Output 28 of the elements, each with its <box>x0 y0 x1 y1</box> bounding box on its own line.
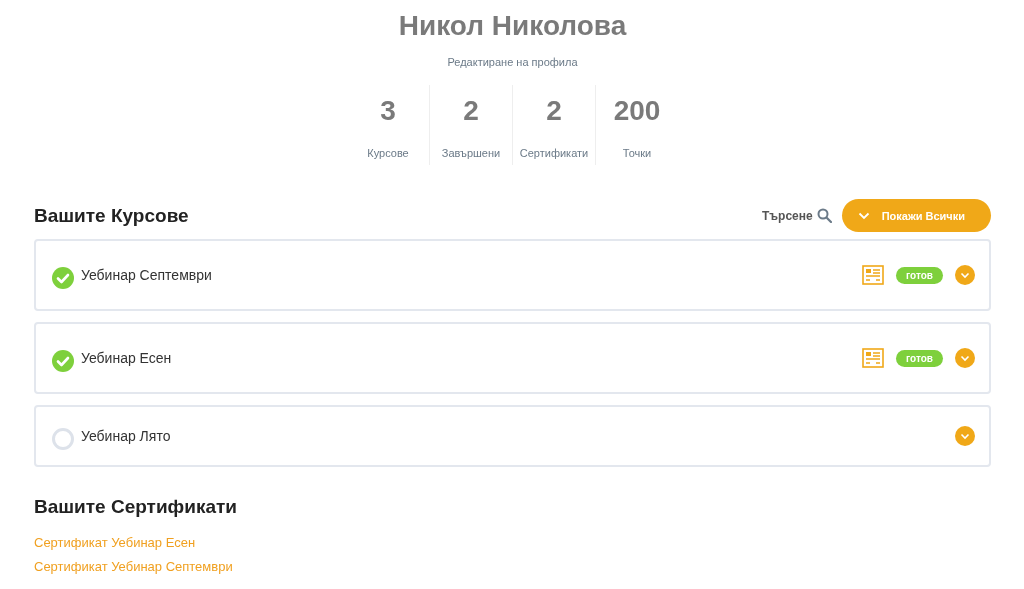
course-title[interactable]: Уебинар Септември <box>81 267 212 283</box>
chevron-down-icon <box>960 432 970 440</box>
stat-label: Сертификати <box>519 147 589 159</box>
stat-value: 200 <box>613 95 661 127</box>
status-badge: готов <box>896 349 943 367</box>
search-button[interactable]: Търсене <box>761 208 832 223</box>
search-icon <box>816 208 832 223</box>
expand-button[interactable] <box>955 426 975 446</box>
stat-label: Завършени <box>441 147 501 159</box>
edit-profile-link[interactable]: Редактиране на профила <box>447 56 578 68</box>
course-title[interactable]: Уебинар Лято <box>81 428 171 444</box>
course-title[interactable]: Уебинар Есен <box>81 350 172 366</box>
stat-value: 3 <box>380 95 396 127</box>
chevron-down-icon <box>857 211 870 220</box>
chevron-down-icon <box>960 271 970 279</box>
stat-label: Курсове <box>367 147 409 159</box>
expand-button[interactable] <box>955 265 975 285</box>
stat-value: 2 <box>463 95 479 127</box>
section-title: Вашите Курсове <box>34 204 189 227</box>
chevron-down-icon <box>960 354 970 362</box>
status-badge: готов <box>896 266 943 284</box>
expand-button[interactable] <box>955 348 975 368</box>
stat-value: 2 <box>546 95 562 127</box>
profile-name: Никол Николова <box>398 10 627 42</box>
section-title: Вашите Сертификати <box>34 496 238 518</box>
certificate-icon <box>862 265 885 285</box>
stat-label: Точки <box>622 147 652 159</box>
certificate-icon <box>862 348 885 368</box>
